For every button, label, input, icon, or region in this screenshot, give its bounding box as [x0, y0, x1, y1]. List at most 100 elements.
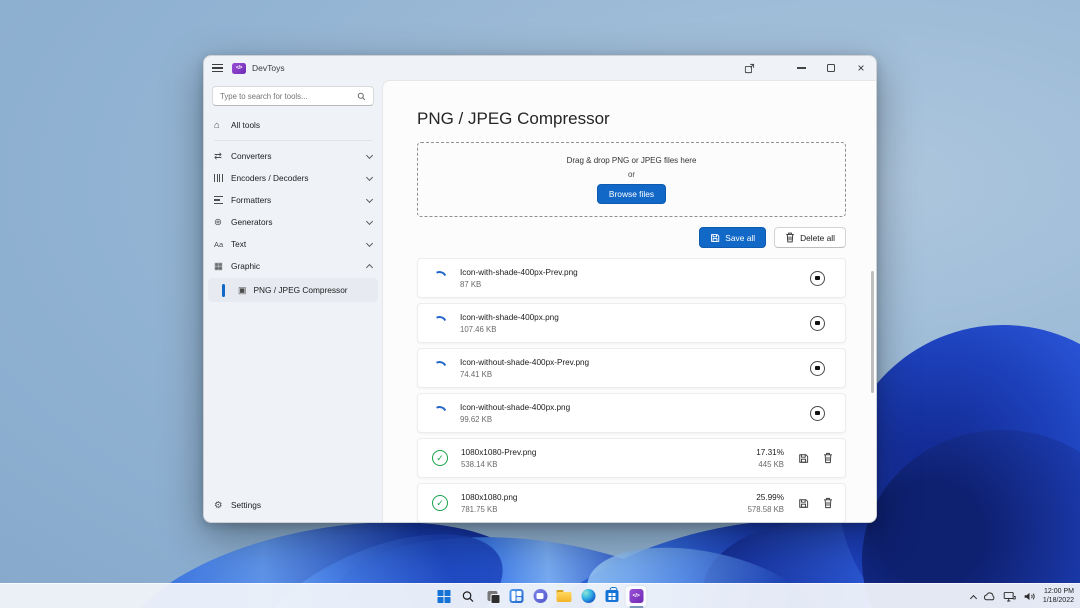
search-icon	[357, 92, 366, 101]
file-name: 1080x1080.png	[461, 493, 748, 502]
onedrive-tray-button[interactable]	[983, 592, 996, 601]
home-icon: ⌂	[214, 120, 231, 131]
tool-search-box[interactable]	[212, 86, 374, 106]
sidebar-item-encoders-decoders[interactable]: Encoders / Decoders	[204, 167, 382, 189]
taskbar-search-button[interactable]	[458, 586, 479, 607]
close-button[interactable]: ×	[846, 56, 876, 80]
cancel-compression-button[interactable]	[810, 316, 825, 331]
selection-indicator	[222, 284, 225, 297]
gear-icon: ⚙	[214, 500, 231, 511]
saved-percent: 17.31%	[756, 448, 784, 457]
chat-button[interactable]	[530, 586, 551, 607]
sidebar-item-png-jpeg-compressor[interactable]: ▣ PNG / JPEG Compressor	[208, 278, 378, 302]
search-input[interactable]	[220, 92, 357, 101]
trash-icon	[785, 232, 795, 243]
maximize-icon	[827, 64, 835, 72]
sidebar-item-settings[interactable]: ⚙ Settings	[204, 494, 382, 516]
delete-file-button[interactable]	[823, 452, 833, 464]
file-size: 74.41 KB	[460, 370, 810, 379]
devtoys-logo-icon: </>	[232, 63, 246, 74]
sidebar-item-text[interactable]: Aa Text	[204, 233, 382, 255]
file-row: Icon-with-shade-400px-Prev.png 87 KB	[417, 258, 846, 298]
display-network-icon	[1003, 591, 1016, 602]
stop-icon	[815, 411, 820, 416]
cancel-compression-button[interactable]	[810, 361, 825, 376]
devtoys-taskbar-button[interactable]: </>	[626, 586, 647, 607]
tray-expand-button[interactable]	[971, 593, 976, 601]
save-all-button[interactable]: Save all	[699, 227, 766, 248]
delete-file-button[interactable]	[823, 497, 833, 509]
progress-spinner-icon	[430, 359, 449, 378]
saved-percent: 25.99%	[756, 493, 784, 502]
drag-drop-zone[interactable]: Drag & drop PNG or JPEG files here or Br…	[417, 142, 846, 217]
compressed-size: 445 KB	[758, 460, 784, 469]
cloud-icon	[983, 592, 996, 601]
save-file-button[interactable]	[798, 453, 809, 464]
file-row: Icon-without-shade-400px.png 99.62 KB	[417, 393, 846, 433]
compact-overlay-icon	[744, 63, 755, 74]
sidebar-item-converters[interactable]: ⇄ Converters	[204, 145, 382, 167]
file-explorer-button[interactable]	[554, 586, 575, 607]
network-tray-button[interactable]	[1003, 591, 1016, 602]
search-icon	[462, 590, 475, 603]
file-size: 87 KB	[460, 280, 810, 289]
widgets-button[interactable]	[506, 586, 527, 607]
file-size: 538.14 KB	[461, 460, 756, 469]
browse-files-button[interactable]: Browse files	[597, 184, 666, 204]
tray-date: 1/18/2022	[1043, 597, 1074, 604]
sidebar-item-all-tools[interactable]: ⌂ All tools	[204, 114, 382, 136]
store-icon	[606, 590, 619, 602]
progress-spinner-icon	[430, 314, 449, 333]
file-row: ✓ 1080x1080.png 781.75 KB 25.99% 578.58 …	[417, 483, 846, 522]
sidebar-item-formatters[interactable]: Formatters	[204, 189, 382, 211]
file-name: 1080x1080-Prev.png	[461, 448, 756, 457]
sidebar-item-generators[interactable]: ⊛ Generators	[204, 211, 382, 233]
success-check-icon: ✓	[432, 450, 448, 466]
minimize-button[interactable]	[786, 56, 816, 80]
hamburger-menu-button[interactable]	[204, 56, 230, 80]
volume-tray-button[interactable]	[1023, 591, 1036, 602]
chevron-up-icon	[366, 264, 373, 271]
edge-icon	[581, 589, 595, 603]
scrollbar[interactable]	[871, 271, 874, 393]
minimize-icon	[797, 67, 806, 68]
stop-icon	[815, 366, 820, 371]
compressed-size: 578.58 KB	[748, 505, 784, 514]
text-icon: Aa	[214, 240, 231, 249]
sidebar-item-graphic[interactable]: ▦ Graphic	[204, 255, 382, 277]
desktop: </> DevToys × ⌂	[0, 0, 1080, 608]
file-list: Icon-with-shade-400px-Prev.png 87 KB Ico…	[417, 258, 846, 522]
chevron-down-icon	[366, 151, 373, 158]
task-view-icon	[483, 587, 501, 605]
titlebar[interactable]: </> DevToys ×	[204, 56, 876, 80]
close-icon: ×	[857, 62, 864, 74]
stop-icon	[815, 276, 820, 281]
cancel-compression-button[interactable]	[810, 406, 825, 421]
delete-all-button[interactable]: Delete all	[774, 227, 846, 248]
edge-button[interactable]	[578, 586, 599, 607]
stop-icon	[815, 321, 820, 326]
taskbar-clock[interactable]: 12:00 PM 1/18/2022	[1043, 588, 1074, 605]
save-file-button[interactable]	[798, 498, 809, 509]
trash-icon	[823, 452, 833, 464]
image-icon: ▦	[214, 261, 231, 272]
dropzone-instruction: Drag & drop PNG or JPEG files here	[567, 156, 697, 165]
chevron-down-icon	[366, 173, 373, 180]
formatters-icon	[214, 196, 231, 203]
progress-spinner-icon	[430, 269, 449, 288]
tray-time: 12:00 PM	[1044, 588, 1074, 595]
maximize-button[interactable]	[816, 56, 846, 80]
devtoys-icon: </>	[629, 589, 643, 603]
save-icon	[710, 233, 720, 243]
sidebar: ⌂ All tools ⇄ Converters Encoders / Deco…	[204, 80, 382, 522]
task-view-button[interactable]	[482, 586, 503, 607]
file-size: 781.75 KB	[461, 505, 748, 514]
file-row: Icon-without-shade-400px-Prev.png 74.41 …	[417, 348, 846, 388]
cancel-compression-button[interactable]	[810, 271, 825, 286]
compact-overlay-button[interactable]	[734, 56, 764, 80]
converters-icon: ⇄	[214, 151, 231, 162]
store-button[interactable]	[602, 586, 623, 607]
file-row: ✓ 1080x1080-Prev.png 538.14 KB 17.31% 44…	[417, 438, 846, 478]
start-button[interactable]	[434, 586, 455, 607]
page-title: PNG / JPEG Compressor	[417, 109, 846, 129]
